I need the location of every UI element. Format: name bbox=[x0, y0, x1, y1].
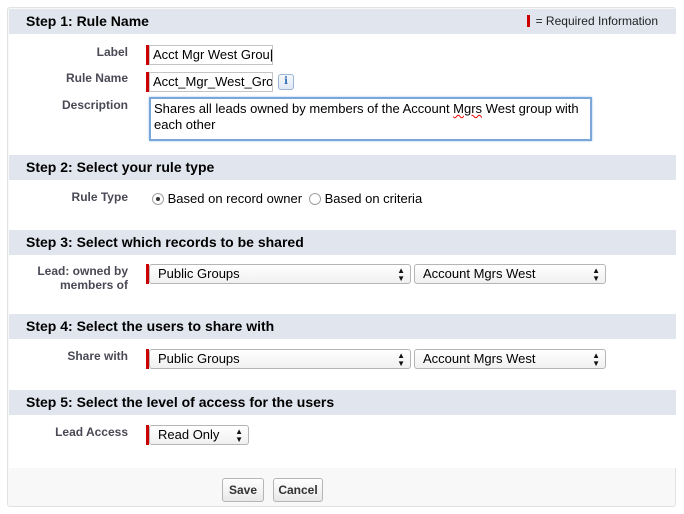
lead-access-value: Read Only bbox=[158, 427, 220, 442]
radio-owner-row[interactable]: Based on record owner bbox=[152, 191, 302, 206]
label-field-label: Label bbox=[96, 45, 128, 59]
owned-by-label-line2: members of bbox=[59, 278, 128, 292]
share-type-value: Public Groups bbox=[158, 351, 240, 366]
records-group-select[interactable]: Account Mgrs West ▲ ▼ bbox=[414, 264, 606, 284]
save-button[interactable]: Save bbox=[222, 478, 264, 502]
records-type-value: Public Groups bbox=[158, 266, 240, 281]
step2-header: Step 2: Select your rule type bbox=[9, 155, 676, 180]
share-group-select[interactable]: Account Mgrs West ▲ ▼ bbox=[414, 349, 606, 369]
description-text-start: Shares all leads owned by members of the… bbox=[154, 101, 454, 116]
share-type-select[interactable]: Public Groups ▲ ▼ bbox=[149, 349, 411, 369]
records-group-value: Account Mgrs West bbox=[423, 266, 536, 281]
required-marker-icon bbox=[526, 15, 530, 27]
select-arrows-icon: ▲ ▼ bbox=[235, 427, 243, 444]
info-icon[interactable]: i bbox=[278, 74, 294, 90]
cancel-button[interactable]: Cancel bbox=[273, 478, 323, 502]
step4-header: Step 4: Select the users to share with bbox=[9, 314, 676, 339]
step3-header: Step 3: Select which records to be share… bbox=[9, 230, 676, 255]
radio-owner[interactable] bbox=[152, 193, 164, 205]
step3-body: Lead: owned by members of Public Groups … bbox=[9, 255, 676, 314]
required-legend: = Required Information bbox=[526, 9, 658, 34]
step5-body: Lead Access Read Only ▲ ▼ bbox=[9, 415, 676, 468]
lead-access-select[interactable]: Read Only ▲ ▼ bbox=[149, 425, 249, 445]
radio-criteria[interactable] bbox=[309, 193, 321, 205]
step2-body: Rule Type Based on record owner Based on… bbox=[9, 180, 676, 231]
step1-body: Label Acct Mgr West Grou| Rule Name Acct… bbox=[9, 34, 676, 155]
rule-type-field-label: Rule Type bbox=[71, 190, 128, 204]
required-legend-text: = Required Information bbox=[535, 14, 658, 28]
sharing-rule-form: Step 1: Rule Name = Required Information… bbox=[7, 7, 676, 507]
step4-title: Step 4: Select the users to share with bbox=[26, 318, 275, 334]
share-with-field-label: Share with bbox=[67, 349, 128, 363]
step4-body: Share with Public Groups ▲ ▼ Account Mgrs… bbox=[9, 339, 676, 390]
rule-name-field-label: Rule Name bbox=[65, 71, 128, 85]
description-textarea[interactable]: Shares all leads owned by members of the… bbox=[149, 97, 592, 141]
select-arrows-icon: ▲ ▼ bbox=[592, 351, 600, 368]
radio-criteria-row[interactable]: Based on criteria bbox=[309, 191, 422, 206]
owned-by-label-line1: Lead: owned by bbox=[37, 264, 128, 278]
owned-by-field-label: Lead: owned by members of bbox=[9, 264, 128, 292]
description-misspelled-word: Mgrs bbox=[453, 101, 483, 116]
step5-title: Step 5: Select the level of access for t… bbox=[26, 394, 335, 410]
step1-header: Step 1: Rule Name = Required Information bbox=[9, 9, 676, 34]
lead-access-field-label: Lead Access bbox=[55, 425, 128, 439]
share-group-value: Account Mgrs West bbox=[423, 351, 536, 366]
select-arrows-icon: ▲ ▼ bbox=[397, 351, 405, 368]
step3-title: Step 3: Select which records to be share… bbox=[26, 234, 304, 250]
description-field-label: Description bbox=[61, 98, 128, 112]
select-arrows-icon: ▲ ▼ bbox=[397, 266, 405, 283]
radio-criteria-label: Based on criteria bbox=[324, 191, 423, 206]
step2-title: Step 2: Select your rule type bbox=[26, 159, 215, 175]
step1-title: Step 1: Rule Name bbox=[26, 13, 149, 29]
select-arrows-icon: ▲ ▼ bbox=[592, 266, 600, 283]
radio-owner-label: Based on record owner bbox=[167, 191, 303, 206]
step5-header: Step 5: Select the level of access for t… bbox=[9, 390, 676, 415]
label-input[interactable]: Acct Mgr West Grou| bbox=[149, 45, 273, 65]
rule-name-input[interactable]: Acct_Mgr_West_Grou bbox=[149, 72, 273, 92]
records-type-select[interactable]: Public Groups ▲ ▼ bbox=[149, 264, 411, 284]
